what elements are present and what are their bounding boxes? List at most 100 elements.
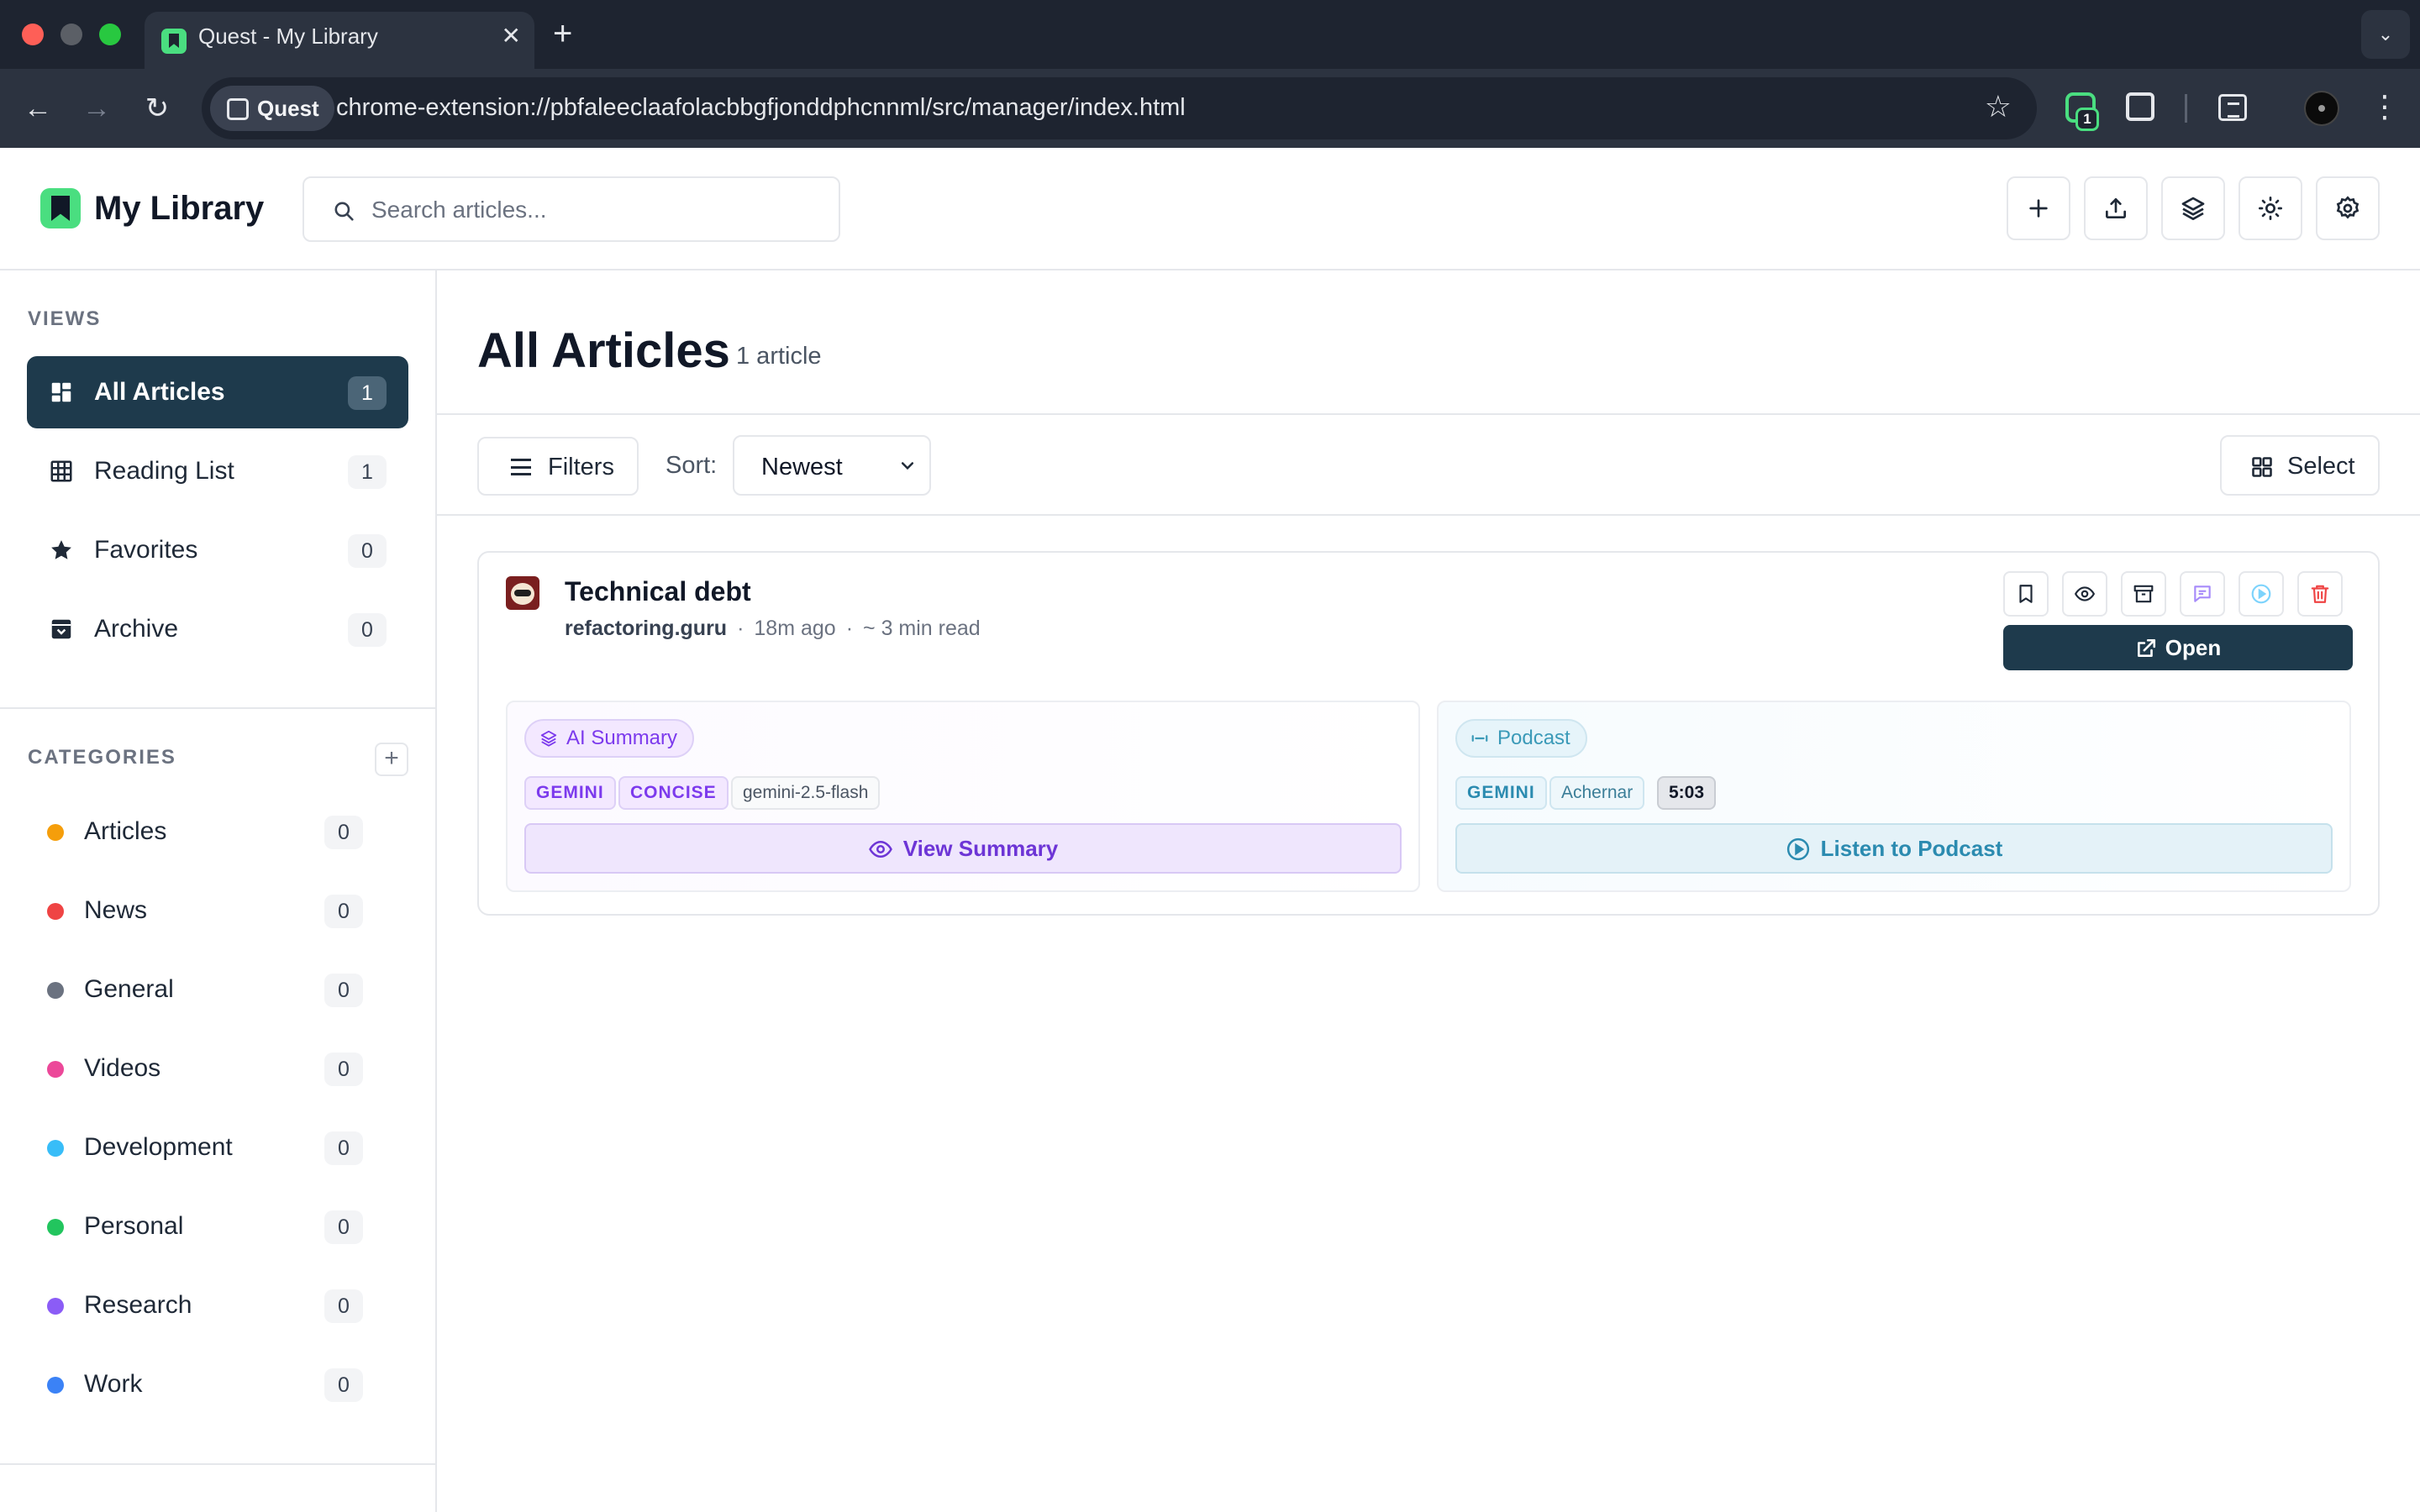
browser-toolbar: ← → ↻ Quest chrome-extension://pbfaleecl… [0, 69, 2420, 148]
play-circle-icon [1786, 837, 1809, 861]
sidebar-category-work[interactable]: Work 0 [27, 1352, 363, 1419]
sun-icon [2259, 197, 2282, 220]
filters-button[interactable]: Filters [477, 437, 639, 496]
new-tab-icon[interactable]: + [553, 13, 572, 54]
podcast-pill-label: Podcast [1497, 727, 1570, 749]
url-text[interactable]: chrome-extension://pbfaleeclaafolacbbgfj… [336, 94, 1186, 122]
extensions-puzzle-icon[interactable] [2126, 92, 2154, 121]
ai-summary-pill: AI Summary [524, 719, 695, 758]
count-badge: 1 [348, 376, 387, 410]
open-article-button[interactable]: Open [2003, 625, 2353, 670]
count-badge: 0 [324, 1210, 363, 1244]
layers-icon [2181, 197, 2205, 220]
maximize-window-button[interactable] [99, 24, 121, 45]
browser-tab-bar: Quest - My Library ✕ + ⌄ [0, 0, 2420, 69]
browser-tab[interactable]: Quest - My Library ✕ [145, 12, 534, 69]
reload-icon[interactable]: ↻ [138, 89, 176, 128]
export-button[interactable] [2084, 176, 2148, 240]
article-count: 1 article [736, 343, 822, 370]
minimize-window-button[interactable] [60, 24, 82, 45]
more-menu-icon[interactable]: ⋮ [2370, 87, 2400, 126]
sidebar-item-label: All Articles [94, 378, 225, 406]
category-label: Articles [84, 817, 167, 845]
chevron-down-icon [901, 462, 914, 470]
add-icon [2029, 199, 2048, 218]
star-icon [51, 540, 71, 559]
bookmark-button[interactable] [2003, 571, 2049, 617]
meta-separator: · [737, 617, 744, 640]
article-domain[interactable]: refactoring.guru [565, 617, 727, 640]
sidebar-category-articles[interactable]: Articles 0 [27, 799, 363, 866]
mark-read-button[interactable] [2062, 571, 2107, 617]
site-info-chip[interactable]: Quest [210, 86, 334, 131]
sidebar-category-general[interactable]: General 0 [27, 957, 363, 1024]
categories-heading: CATEGORIES [28, 746, 176, 769]
add-article-button[interactable] [2007, 176, 2070, 240]
address-bar[interactable]: Quest chrome-extension://pbfaleeclaafola… [202, 77, 2037, 139]
article-title[interactable]: Technical debt [565, 576, 751, 607]
delete-button[interactable] [2297, 571, 2343, 617]
sort-value: Newest [761, 454, 843, 480]
table-icon [50, 460, 72, 482]
chat-button[interactable] [2180, 571, 2225, 617]
category-color-dot [47, 1377, 64, 1394]
count-badge: 0 [324, 1131, 363, 1165]
add-category-button[interactable]: + [375, 743, 408, 776]
page-title: All Articles [477, 323, 730, 378]
select-button[interactable]: Select [2220, 435, 2380, 496]
count-badge: 0 [348, 613, 387, 647]
close-window-button[interactable] [22, 24, 44, 45]
theme-toggle-button[interactable] [2238, 176, 2302, 240]
listen-podcast-button[interactable]: Listen to Podcast [1455, 823, 2333, 874]
extension-badge: 1 [2075, 108, 2099, 131]
category-color-dot [47, 1298, 64, 1315]
category-label: General [84, 975, 174, 1003]
sort-label: Sort: [666, 452, 718, 479]
count-badge: 0 [324, 816, 363, 849]
sidebar-category-videos[interactable]: Videos 0 [27, 1036, 363, 1103]
podcast-duration-tag: 5:03 [1657, 776, 1717, 810]
count-badge: 1 [348, 455, 387, 489]
sidebar-item-archive[interactable]: Archive 0 [27, 593, 408, 665]
side-panel-icon[interactable] [2218, 94, 2247, 121]
bookmark-star-icon[interactable]: ☆ [1985, 89, 2012, 124]
dashboard-grid-icon [51, 382, 71, 402]
layers-button[interactable] [2161, 176, 2225, 240]
sidebar-category-personal[interactable]: Personal 0 [27, 1194, 363, 1261]
forward-arrow-icon[interactable]: → [77, 89, 116, 128]
sidebar-item-all-articles[interactable]: All Articles 1 [27, 356, 408, 428]
play-podcast-button[interactable] [2238, 571, 2284, 617]
main-divider [437, 413, 2420, 415]
tab-search-chevron-icon[interactable]: ⌄ [2361, 10, 2410, 59]
tab-close-icon[interactable]: ✕ [502, 22, 521, 50]
site-chip-label: Quest [257, 96, 319, 121]
filter-lines-icon [511, 459, 531, 475]
profile-avatar[interactable] [2304, 91, 2339, 126]
play-circle-icon [2251, 584, 2271, 604]
article-card[interactable]: Technical debt refactoring.guru · 18m ago ·… [477, 551, 2380, 916]
sidebar-item-favorites[interactable]: Favorites 0 [27, 514, 408, 586]
sidebar-category-research[interactable]: Research 0 [27, 1273, 363, 1340]
article-meta: refactoring.guru · 18m ago · ~ 3 min read [565, 617, 981, 641]
search-icon [334, 202, 354, 221]
settings-button[interactable] [2316, 176, 2380, 240]
sort-select[interactable]: Newest [733, 435, 931, 496]
count-badge: 0 [324, 1368, 363, 1402]
search-box[interactable] [302, 176, 840, 242]
search-input[interactable] [371, 195, 825, 225]
sidebar-category-news[interactable]: News 0 [27, 878, 363, 945]
sidebar-category-development[interactable]: Development 0 [27, 1115, 363, 1182]
back-arrow-icon[interactable]: ← [18, 89, 57, 128]
eye-icon [868, 840, 892, 858]
archive-button[interactable] [2121, 571, 2166, 617]
article-read-time: ~ 3 min read [863, 617, 981, 640]
view-summary-button[interactable]: View Summary [524, 823, 1402, 874]
sidebar-item-reading-list[interactable]: Reading List 1 [27, 435, 408, 507]
main-divider [437, 514, 2420, 516]
app-title: My Library [94, 190, 265, 227]
bookmark-logo-icon [40, 188, 81, 228]
podcast-panel: Podcast GEMINI Achernar 5:03 Listen to P… [1437, 701, 2351, 892]
ai-summary-panel: AI Summary GEMINI CONCISE gemini-2.5-fla… [506, 701, 1420, 892]
category-label: Research [84, 1291, 192, 1319]
listen-podcast-label: Listen to Podcast [1820, 836, 2003, 861]
